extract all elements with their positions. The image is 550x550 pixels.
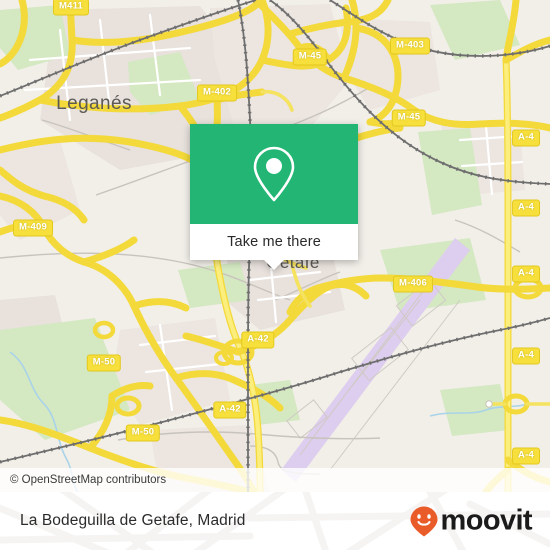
road-shield: A-4 — [512, 447, 540, 465]
place-label-legans: Leganés — [56, 93, 132, 114]
moovit-place-screenshot: .park { fill:#d4e8c2; } .urban { fill:#e… — [0, 0, 550, 550]
road-shield: M-45 — [292, 48, 328, 66]
take-me-there-button[interactable]: Take me there — [190, 224, 358, 270]
road-shield: M-50 — [86, 354, 122, 372]
map-canvas[interactable]: .park { fill:#d4e8c2; } .urban { fill:#e… — [0, 0, 550, 492]
footer-bar: La Bodeguilla de Getafe, Madrid moovit — [0, 492, 550, 550]
popup-pointer-tail — [263, 259, 285, 270]
road-shield: A-4 — [512, 129, 540, 147]
road-shield: M-45 — [391, 109, 427, 127]
moovit-logo[interactable]: moovit — [409, 504, 533, 538]
moovit-smiley-pin-icon — [410, 506, 438, 536]
road-shield: A-4 — [512, 199, 540, 217]
place-title: La Bodeguilla de Getafe, Madrid — [20, 512, 246, 529]
road-shield: M-50 — [125, 424, 161, 442]
attribution-text: © OpenStreetMap contributors — [10, 474, 167, 486]
road-shield: M-406 — [393, 275, 433, 293]
road-shield: M-409 — [13, 219, 53, 237]
road-shield: M-402 — [197, 84, 237, 102]
road-shield: M411 — [52, 0, 90, 16]
map-attribution[interactable]: © OpenStreetMap contributors — [0, 468, 550, 492]
take-me-there-label: Take me there — [227, 234, 321, 250]
place-popup-card[interactable]: Take me there — [190, 124, 358, 270]
popup-pin-area — [190, 124, 358, 224]
moovit-wordmark: moovit — [440, 504, 533, 537]
location-pin-icon — [253, 146, 295, 202]
road-shield: A-4 — [512, 265, 540, 283]
road-shield: M-403 — [390, 37, 430, 55]
road-shield: A-42 — [213, 401, 247, 419]
road-shield: A-42 — [241, 331, 275, 349]
road-shield: A-4 — [512, 347, 540, 365]
